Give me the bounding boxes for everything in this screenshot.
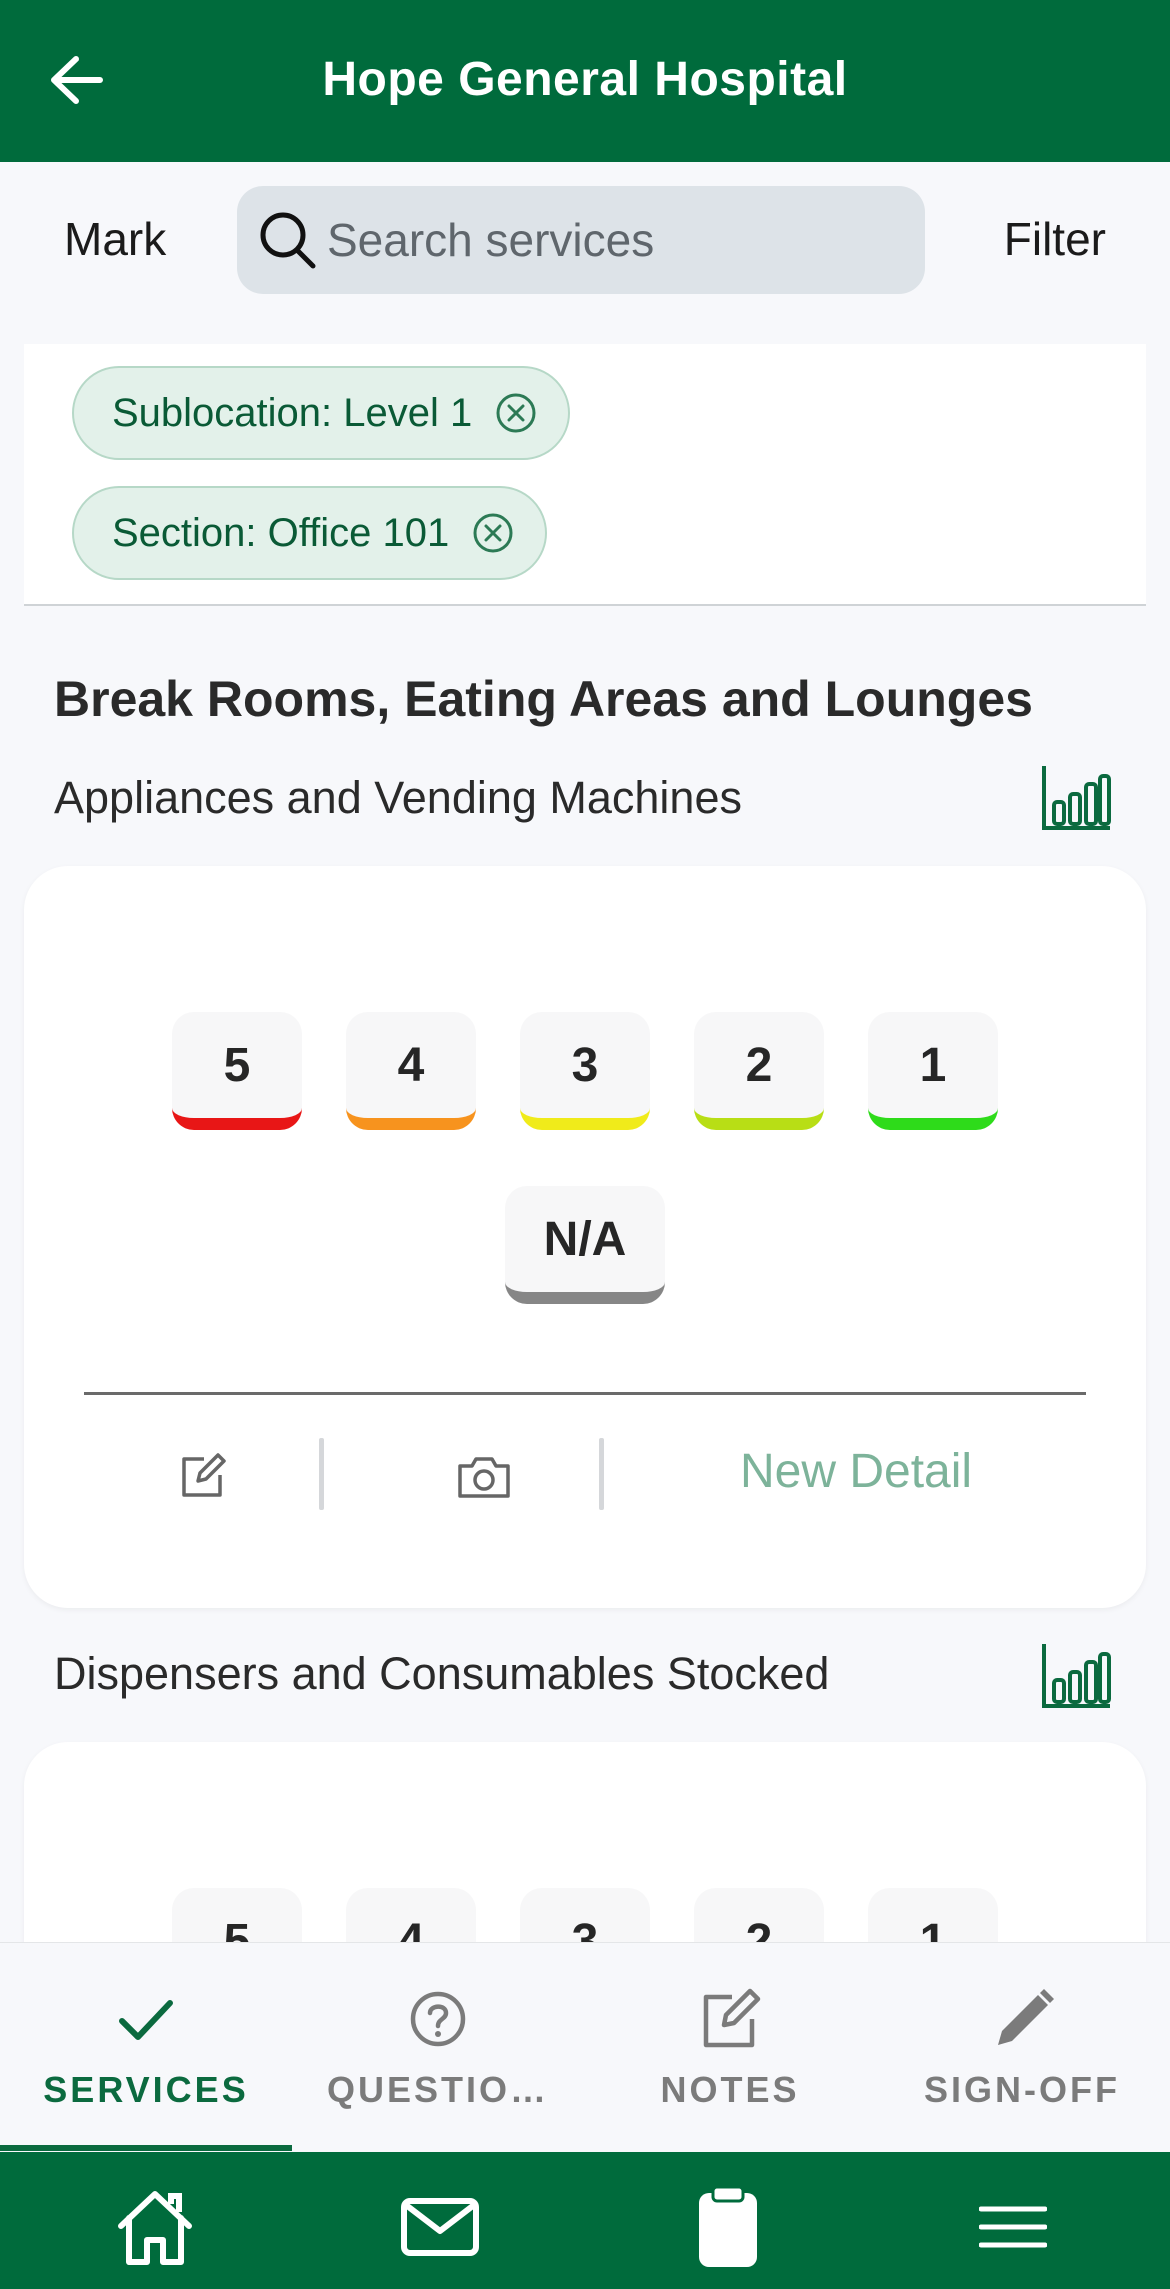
tab-services[interactable]: SERVICES — [0, 1943, 292, 2153]
tab-label: SIGN-OFF — [924, 2069, 1120, 2110]
rating-1-button[interactable]: 1 — [868, 1012, 998, 1130]
rating-card: 5 4 3 2 1 N/A New Detail — [24, 866, 1146, 1608]
bottom-nav — [0, 2152, 1170, 2289]
service-item-label: Dispensers and Consumables Stocked — [54, 1648, 830, 1699]
search-row: Mark Filter — [0, 162, 1170, 332]
rating-label: 1 — [919, 1038, 947, 1092]
camera-icon — [458, 1457, 510, 1498]
rating-label: 2 — [745, 1038, 773, 1092]
rating-4-button[interactable]: 4 — [346, 1012, 476, 1130]
rating-3-button[interactable]: 3 — [520, 1012, 650, 1130]
filter-chip-label: Section: Office 101 — [112, 510, 450, 555]
filter-chip-label: Sublocation: Level 1 — [112, 390, 473, 435]
rating-na-button[interactable]: N/A — [505, 1186, 665, 1304]
bar-chart-icon[interactable] — [1040, 1640, 1114, 1712]
menu-icon — [979, 2206, 1047, 2248]
edit-note-icon — [182, 1453, 226, 1497]
search-input[interactable] — [327, 213, 925, 267]
check-icon — [119, 2000, 173, 2040]
search-icon — [260, 212, 316, 269]
rating-label: 3 — [571, 1038, 599, 1092]
rating-5-button[interactable]: 5 — [172, 1012, 302, 1130]
close-circle-icon[interactable] — [471, 511, 515, 555]
pencil-icon — [998, 1989, 1054, 2045]
app-header: Hope General Hospital — [0, 0, 1170, 162]
mail-icon — [401, 2198, 479, 2256]
bar-chart-icon[interactable] — [1040, 762, 1114, 834]
rating-label: 5 — [223, 1038, 251, 1092]
nav-home-button[interactable] — [105, 2182, 205, 2272]
nav-clipboard-button[interactable] — [678, 2182, 778, 2272]
tab-label: SERVICES — [43, 2069, 249, 2110]
mark-button[interactable]: Mark — [64, 212, 166, 266]
tab-label: NOTES — [660, 2069, 800, 2110]
nav-mail-button[interactable] — [390, 2182, 490, 2272]
tab-label: QUESTIO… — [326, 2069, 550, 2110]
active-tab-indicator — [0, 2145, 292, 2151]
action-separator — [599, 1438, 604, 1510]
tab-sign-off[interactable]: SIGN-OFF — [876, 1943, 1168, 2153]
card-divider — [84, 1392, 1086, 1395]
filter-chip-sublocation[interactable]: Sublocation: Level 1 — [72, 366, 571, 460]
tab-notes[interactable]: NOTES — [584, 1943, 876, 2153]
clipboard-icon — [699, 2185, 757, 2267]
question-circle-icon — [410, 1991, 466, 2047]
rating-label: 4 — [397, 1038, 425, 1092]
nav-menu-button[interactable] — [963, 2182, 1063, 2272]
page-title: Hope General Hospital — [322, 53, 848, 106]
new-detail-button[interactable]: New Detail — [740, 1444, 972, 1499]
filter-button[interactable]: Filter — [1004, 212, 1106, 266]
search-box[interactable] — [237, 186, 925, 294]
filter-chip-section[interactable]: Section: Office 101 — [72, 486, 548, 580]
add-note-button[interactable] — [150, 1432, 254, 1522]
rating-2-button[interactable]: 2 — [694, 1012, 824, 1130]
tab-questions[interactable]: QUESTIO… — [292, 1943, 584, 2153]
screen: Hope General Hospital Mark Filter Subloc… — [0, 0, 1170, 2289]
rating-label: N/A — [543, 1212, 627, 1266]
add-photo-button[interactable] — [432, 1432, 536, 1522]
close-circle-icon[interactable] — [494, 391, 538, 435]
active-filters: Sublocation: Level 1 Section: Office 101 — [24, 344, 1146, 606]
service-item-label: Appliances and Vending Machines — [54, 772, 742, 823]
home-icon — [118, 2191, 192, 2265]
section-title: Break Rooms, Eating Areas and Lounges — [54, 671, 1033, 727]
edit-note-icon — [703, 1988, 761, 2048]
action-separator — [319, 1438, 324, 1510]
tab-bar: SERVICES QUESTIO… NOTES SIGN-OFF — [0, 1942, 1170, 2152]
